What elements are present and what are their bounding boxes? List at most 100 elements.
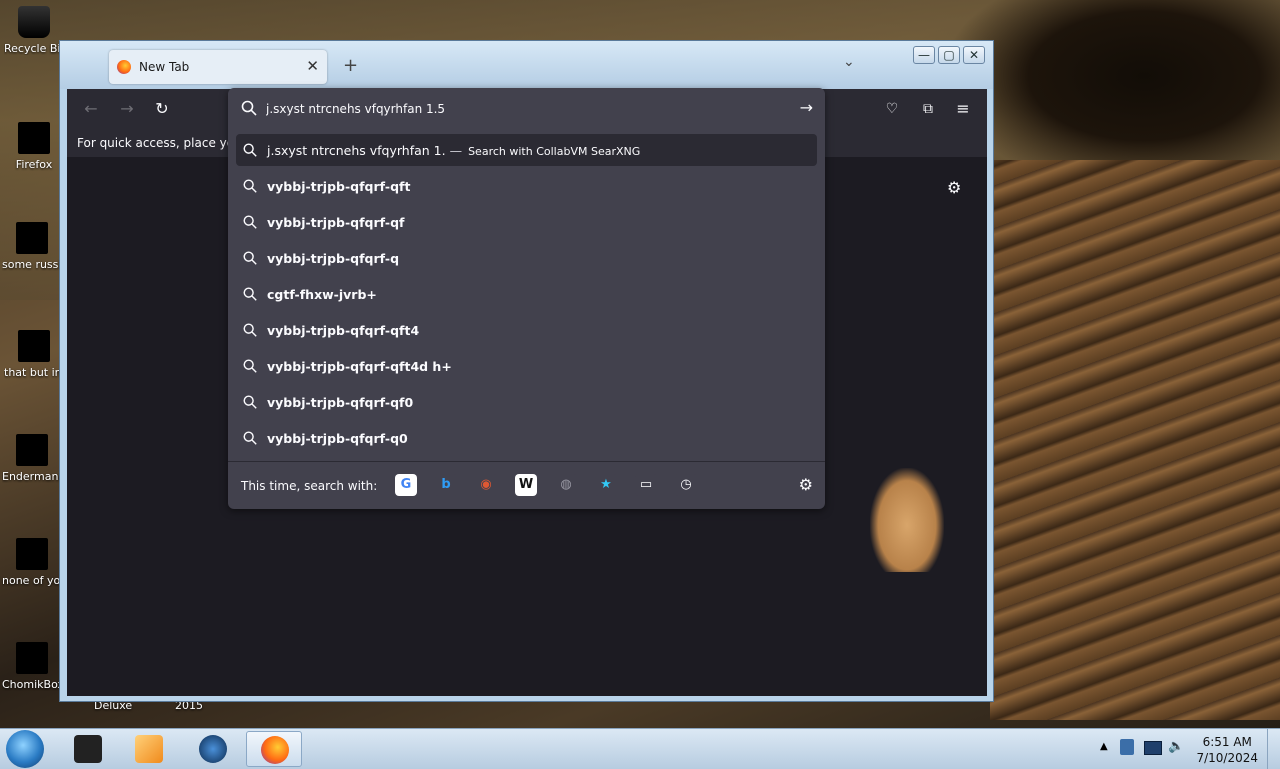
bookmarks-star-icon[interactable]: ★ — [595, 474, 617, 496]
chomikbox-icon — [16, 642, 48, 674]
desktop-icon-chomikbox[interactable]: ChomikBox — [2, 642, 62, 691]
search-icon — [243, 323, 257, 337]
firefox-icon — [18, 122, 50, 154]
urlbar-input[interactable] — [264, 97, 778, 121]
desktop-icon-firefox[interactable]: Firefox — [4, 122, 64, 171]
search-icon — [243, 251, 257, 265]
tabs-icon[interactable]: ▭ — [635, 474, 657, 496]
urlbar: → — [228, 88, 825, 128]
suggestion-query: vybbj-trjpb-qfqrf-qft4d h+ — [267, 359, 452, 374]
taskbar: ▲ 🔈 6:51 AM 7/10/2024 — [0, 728, 1280, 769]
desktop-icon-endermane[interactable]: Endermane — [2, 434, 62, 483]
desktop-icon-recycle-bin[interactable]: Recycle Bin — [4, 6, 64, 55]
clock-date: 7/10/2024 — [1196, 751, 1258, 765]
suggestion-text: vybbj-trjpb-qfqrf-qf0 — [267, 395, 413, 410]
suggestion-item[interactable]: vybbj-trjpb-qfqrf-qft — [236, 170, 817, 202]
page-settings-icon[interactable]: ⚙ — [947, 178, 961, 197]
globe-icon — [199, 735, 227, 763]
show-desktop-button[interactable] — [1267, 729, 1280, 769]
pocket-icon[interactable]: ♡ — [882, 99, 902, 119]
tab-close-button[interactable]: ✕ — [306, 57, 319, 75]
clock[interactable]: 6:51 AM 7/10/2024 — [1196, 734, 1258, 766]
extensions-icon[interactable]: ⧉ — [918, 99, 938, 119]
taskbar-item-globe[interactable] — [185, 731, 241, 767]
suggestion-text: vybbj-trjpb-qfqrf-q — [267, 251, 399, 266]
hamster-mascot-image — [870, 468, 944, 572]
file-icon — [18, 330, 50, 362]
tab-title: New Tab — [139, 60, 190, 74]
suggestion-query: vybbj-trjpb-qfqrf-qft — [267, 179, 411, 194]
back-icon[interactable]: ← — [81, 99, 101, 119]
bing-icon[interactable]: b — [435, 474, 457, 496]
menu-icon[interactable]: ≡ — [953, 99, 973, 119]
go-arrow-icon[interactable]: → — [800, 98, 813, 117]
tab-list-button[interactable]: ⌄ — [843, 54, 855, 70]
desktop-icon-csharp[interactable]: that but in C# — [4, 330, 64, 379]
firefox-icon — [117, 60, 131, 74]
minimize-button[interactable]: — — [913, 46, 935, 64]
taskbar-item-terminal[interactable] — [60, 731, 116, 767]
one-off-search-bar: This time, search with: Gb ◉ W ◍ ★ ▭ ◷ ⚙ — [228, 461, 825, 510]
suggestion-text: vybbj-trjpb-qfqrf-qft4 — [267, 323, 419, 338]
desktop-icon-none-of-you[interactable]: none of you retards kno — [2, 538, 62, 587]
suggestion-text: vybbj-trjpb-qfqrf-qf — [267, 215, 404, 230]
clock-time: 6:51 AM — [1202, 735, 1252, 749]
tray-expand-icon[interactable]: ▲ — [1100, 741, 1108, 752]
taskbar-item-media-player[interactable] — [121, 731, 177, 767]
suggestion-item[interactable]: vybbj-trjpb-qfqrf-qft4d h+ — [236, 350, 817, 382]
one-off-label: This time, search with: — [241, 479, 378, 493]
window-titlebar[interactable]: New Tab ✕ + ⌄ — ▢ ✕ — [60, 41, 993, 89]
firefox-icon — [261, 736, 289, 764]
search-icon — [241, 100, 257, 116]
suggestion-query: vybbj-trjpb-qfqrf-q — [267, 251, 400, 266]
network-icon[interactable] — [1144, 741, 1162, 755]
terminal-icon — [74, 735, 102, 763]
new-tab-button[interactable]: + — [343, 55, 358, 76]
search-settings-icon[interactable]: ⚙ — [799, 475, 813, 494]
search-icon — [243, 179, 257, 193]
suggestion-text: cgtf-fhxw-jvrb+ — [267, 287, 377, 302]
suggestion-item[interactable]: vybbj-trjpb-qfqrf-qft4 — [236, 314, 817, 346]
duckduckgo-icon[interactable]: ◉ — [475, 474, 497, 496]
system-tray: ▲ 🔈 6:51 AM 7/10/2024 — [1090, 729, 1280, 769]
wikipedia-icon[interactable]: W — [515, 474, 537, 496]
taskbar-item-firefox[interactable] — [246, 731, 302, 767]
suggestion-item[interactable]: j.sxyst ntrcnehs vfqyrhfan 1. — Search wit… — [236, 134, 817, 166]
google-icon[interactable]: G — [395, 474, 417, 496]
volume-icon[interactable]: 🔈 — [1168, 739, 1184, 754]
urlbar-panel: → j.sxyst ntrcnehs vfqyrhfan 1.— Search w… — [228, 88, 825, 509]
suggestion-item[interactable]: vybbj-trjpb-qfqrf-q — [236, 242, 817, 274]
close-window-button[interactable]: ✕ — [963, 46, 985, 64]
desktop-icon-rat[interactable]: some russi ran a rat — [2, 222, 62, 271]
search-icon — [243, 215, 257, 229]
tab-new-tab[interactable]: New Tab ✕ — [109, 50, 327, 84]
suggestion-query: vybbj-trjpb-qfqrf-q0 — [267, 431, 408, 446]
file-icon — [16, 434, 48, 466]
search-icon — [243, 359, 257, 373]
search-icon — [243, 431, 257, 445]
start-button[interactable] — [6, 730, 44, 768]
suggestion-item[interactable]: vybbj-trjpb-qfqrf-q0 — [236, 422, 817, 454]
suggestion-query: vybbj-trjpb-qfqrf-qft4 — [267, 323, 420, 338]
searxng-icon[interactable]: ◍ — [555, 474, 577, 496]
suggestion-text: vybbj-trjpb-qfqrf-qft — [267, 179, 410, 194]
recycle-bin-icon — [18, 6, 50, 38]
suggestion-query: cgtf-fhxw-jvrb+ — [267, 287, 377, 302]
forward-icon[interactable]: → — [117, 99, 137, 119]
suggestion-item[interactable]: vybbj-trjpb-qfqrf-qf0 — [236, 386, 817, 418]
tray-flag-icon[interactable] — [1120, 739, 1134, 755]
suggestion-item[interactable]: cgtf-fhxw-jvrb+ — [236, 278, 817, 310]
suggestion-text: vybbj-trjpb-qfqrf-q0 — [267, 431, 408, 446]
suggestion-hint: Search with CollabVM SearXNG — [468, 145, 641, 158]
wallpaper-wood — [990, 160, 1280, 720]
reload-icon[interactable]: ↻ — [152, 99, 172, 119]
suggestion-query: vybbj-trjpb-qfqrf-qf0 — [267, 395, 414, 410]
suggestion-text: j.sxyst ntrcnehs vfqyrhfan 1. — Search wit… — [267, 143, 640, 158]
search-icon — [243, 395, 257, 409]
history-icon[interactable]: ◷ — [675, 474, 697, 496]
suggestion-query: vybbj-trjpb-qfqrf-qf — [267, 215, 405, 230]
suggestion-query: j.sxyst ntrcnehs vfqyrhfan 1. — [267, 143, 446, 158]
media-player-icon — [135, 735, 163, 763]
suggestion-item[interactable]: vybbj-trjpb-qfqrf-qf — [236, 206, 817, 238]
maximize-button[interactable]: ▢ — [938, 46, 960, 64]
